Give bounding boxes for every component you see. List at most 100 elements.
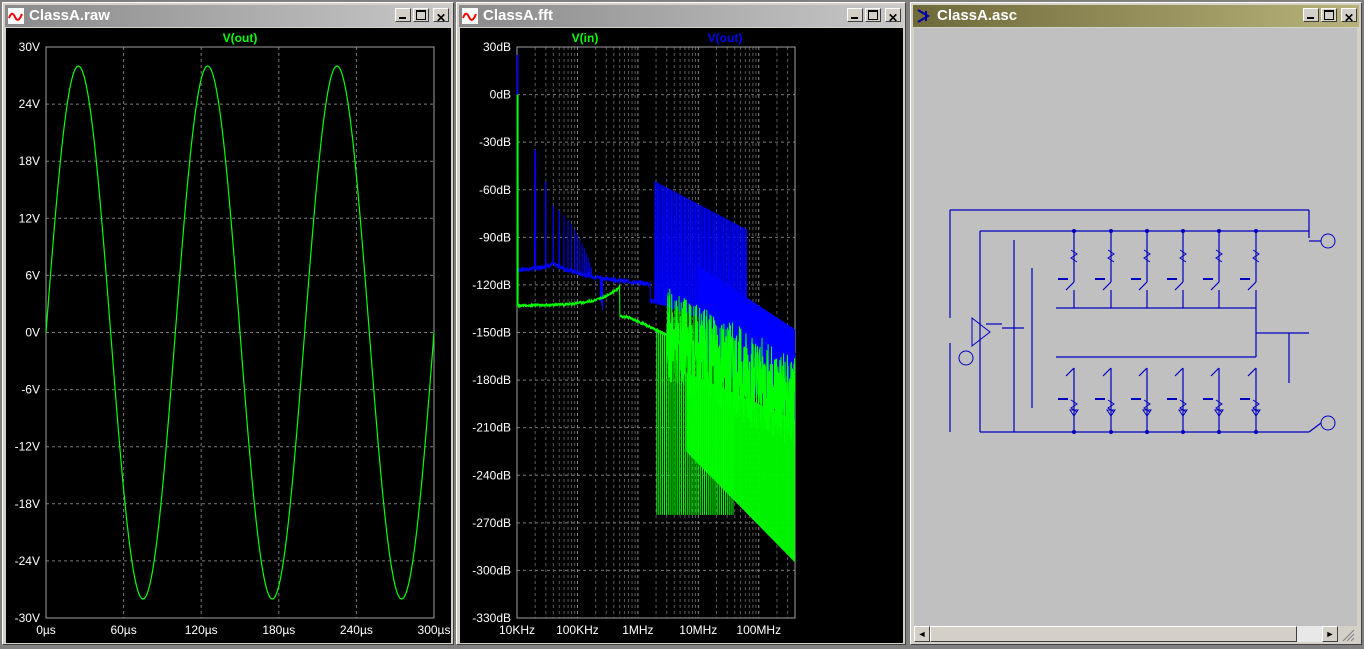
x-tick-label: 180µs xyxy=(262,623,295,637)
junction-dot xyxy=(1072,430,1076,434)
y-tick-label: -6V xyxy=(21,383,40,397)
junction-dot xyxy=(1181,229,1185,233)
component-label-mark xyxy=(1167,398,1177,400)
y-tick-label: -12V xyxy=(15,440,40,454)
y-tick-label: -120dB xyxy=(472,278,511,292)
horizontal-scrollbar[interactable]: ◄ ► xyxy=(914,626,1357,642)
component-label-mark xyxy=(1203,278,1213,280)
y-tick-label: -30dB xyxy=(479,135,511,149)
junction-dot xyxy=(1109,229,1113,233)
fft-window-title: ClassA.fft xyxy=(483,7,554,24)
y-tick-label: 0V xyxy=(25,326,40,340)
scroll-left-button[interactable]: ◄ xyxy=(914,626,930,642)
y-tick-label: -90dB xyxy=(479,230,511,244)
x-tick-label: 0µs xyxy=(36,623,56,637)
upper-transistor-emitter xyxy=(1138,281,1148,291)
x-tick-label: 240µs xyxy=(340,623,373,637)
component-label-mark xyxy=(1058,278,1068,280)
minimize-button[interactable] xyxy=(847,8,863,22)
lower-transistor-emitter xyxy=(1102,367,1112,377)
y-tick-label: 12V xyxy=(19,211,40,225)
x-tick-label: 10KHz xyxy=(499,623,535,637)
close-icon: ✕ xyxy=(435,11,447,25)
y-tick-label: -24V xyxy=(15,554,40,568)
raw-plot-pane[interactable]: 30V 24V 18V 12V 6V 0V -6V -12V -18V -24V -30V 0µs 60… xyxy=(6,28,451,643)
asc-window-title: ClassA.asc xyxy=(937,7,1018,24)
waveform-chart: 30V24V18V12V6V0V-6V-12V-18V-24V-30V0µs 60… xyxy=(15,31,451,637)
raw-titlebar[interactable]: ClassA.raw ✕ xyxy=(5,5,451,27)
waveform-app-icon xyxy=(8,8,24,24)
junction-dot xyxy=(1109,430,1113,434)
y-tick-label: 6V xyxy=(25,268,40,282)
upper-transistor-emitter xyxy=(1247,281,1257,291)
raw-window[interactable]: ClassA.raw ✕ 30V 24V 18V 12V 6V 0V -6V -12V -18V… xyxy=(2,2,454,645)
x-tick-label: 1MHz xyxy=(622,623,653,637)
y-tick-label: 18V xyxy=(19,154,40,168)
upper-transistor-emitter xyxy=(1102,281,1112,291)
close-icon: ✕ xyxy=(887,11,899,25)
x-tick-label: 100MHz xyxy=(736,623,781,637)
close-button[interactable]: ✕ xyxy=(433,8,449,25)
junction-dot xyxy=(1254,430,1258,434)
schematic-canvas[interactable] xyxy=(914,28,1357,626)
fft-chart: 30dB 0dB -30dB -60dB -90dB -120dB -150dB -180dB… xyxy=(472,31,796,637)
raw-window-title: ClassA.raw xyxy=(29,7,110,24)
trace-label-vin: V(in) xyxy=(572,31,599,45)
asc-window[interactable]: ClassA.asc ✕ ◄ ► xyxy=(910,2,1362,645)
y-tick-label: -180dB xyxy=(472,373,511,387)
resize-grip-icon[interactable] xyxy=(1339,626,1355,642)
upper-transistor-emitter xyxy=(1174,281,1184,291)
maximize-button[interactable] xyxy=(865,8,881,22)
upper-transistor-emitter xyxy=(1065,281,1075,291)
component-label-mark xyxy=(1131,398,1141,400)
junction-dot xyxy=(1217,430,1221,434)
upper-resistor-symbol xyxy=(1252,249,1260,263)
close-button[interactable]: ✕ xyxy=(885,8,901,25)
negative-supply-source xyxy=(1320,415,1336,431)
fft-titlebar[interactable]: ClassA.fft ✕ xyxy=(459,5,903,27)
positive-supply-source xyxy=(1320,233,1336,249)
junction-dot xyxy=(1181,430,1185,434)
supply-link xyxy=(1308,422,1322,433)
y-tick-label: -300dB xyxy=(472,563,511,577)
asc-titlebar[interactable]: ClassA.asc ✕ xyxy=(913,5,1359,27)
junction-dot xyxy=(1145,430,1149,434)
fft-window[interactable]: ClassA.fft ✕ 30dB 0dB -30dB -60dB -90dB -120d… xyxy=(456,2,906,645)
scroll-thumb[interactable] xyxy=(930,626,1297,642)
scroll-track[interactable] xyxy=(930,626,1322,642)
upper-resistor-symbol xyxy=(1070,249,1078,263)
lower-transistor-emitter xyxy=(1247,367,1257,377)
maximize-button[interactable] xyxy=(413,8,429,22)
junction-dot xyxy=(1145,229,1149,233)
fft-plot-pane[interactable]: 30dB 0dB -30dB -60dB -90dB -120dB -150dB -180dB… xyxy=(460,28,903,643)
opamp-symbol xyxy=(971,316,991,348)
y-tick-label: 30dB xyxy=(483,40,511,54)
y-tick-label: -240dB xyxy=(472,468,511,482)
component-label-mark xyxy=(1058,398,1068,400)
y-tick-label: 24V xyxy=(19,97,40,111)
junction-dot xyxy=(1072,229,1076,233)
junction-dot xyxy=(1254,229,1258,233)
upper-resistor-symbol xyxy=(1179,249,1187,263)
trace-label: V(out) xyxy=(223,31,258,45)
maximize-button[interactable] xyxy=(1321,8,1337,22)
close-button[interactable]: ✕ xyxy=(1341,8,1357,25)
x-tick-label: 60µs xyxy=(110,623,136,637)
component-label-mark xyxy=(1167,278,1177,280)
x-tick-label: 100KHz xyxy=(556,623,599,637)
lower-transistor-emitter xyxy=(1138,367,1148,377)
minimize-button[interactable] xyxy=(395,8,411,22)
upper-resistor-symbol xyxy=(1215,249,1223,263)
y-tick-label: -60dB xyxy=(479,183,511,197)
upper-transistor-emitter xyxy=(1210,281,1220,291)
y-tick-label: 30V xyxy=(19,40,40,54)
lower-transistor-emitter xyxy=(1065,367,1075,377)
upper-resistor-symbol xyxy=(1143,249,1151,263)
component-label-mark xyxy=(1131,278,1141,280)
y-tick-label: -210dB xyxy=(472,421,511,435)
component-label-mark xyxy=(1240,278,1250,280)
x-tick-label: 10MHz xyxy=(679,623,717,637)
scroll-right-button[interactable]: ► xyxy=(1322,626,1338,642)
minimize-button[interactable] xyxy=(1303,8,1319,22)
close-icon: ✕ xyxy=(1343,11,1355,25)
